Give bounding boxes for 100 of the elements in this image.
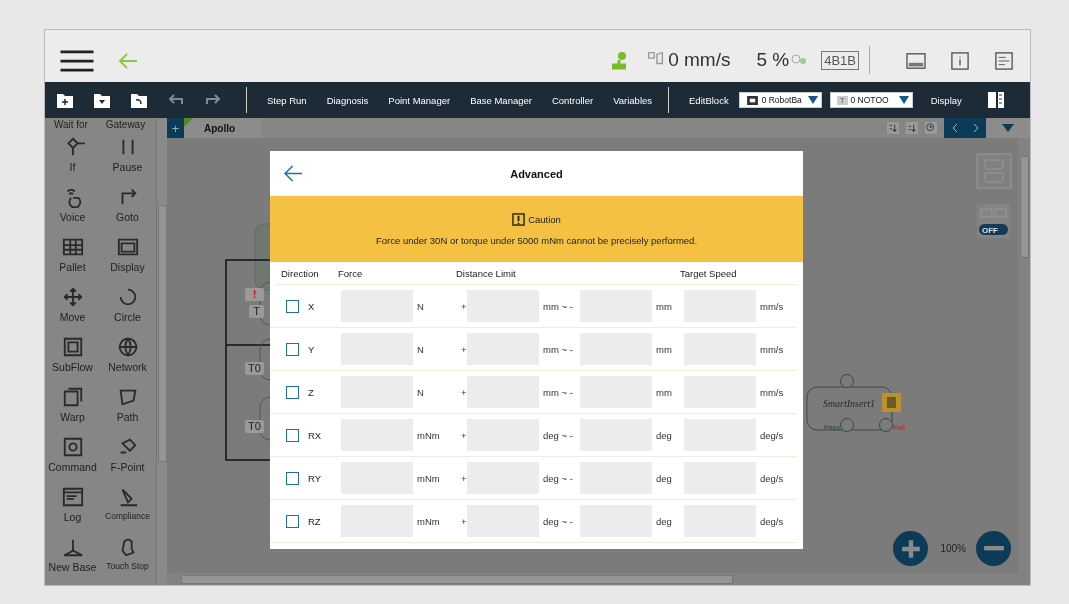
flow-tab[interactable]: Apollo: [184, 118, 262, 138]
node-tool[interactable]: Touch Stop: [100, 532, 155, 582]
node-tool-label: Compliance: [105, 511, 150, 521]
axis-label: X: [308, 300, 315, 312]
node-tool[interactable]: SubFlow: [45, 332, 100, 382]
scrollbar[interactable]: [156, 118, 167, 585]
plus-icon: [899, 537, 922, 560]
warning-badge: !: [245, 288, 264, 301]
toolbar-menu-item[interactable]: Step Run: [257, 94, 317, 106]
layout-icon[interactable]: [976, 153, 1012, 189]
node-tool[interactable]: Pallet: [45, 232, 100, 282]
unit-label: mm ~ -: [542, 343, 574, 355]
axis-label: RZ: [308, 515, 321, 527]
toolbar-menu-item[interactable]: Base Manager: [460, 94, 542, 106]
node-tool-label: If: [69, 161, 76, 173]
back-arrow-icon[interactable]: [284, 165, 303, 182]
node-tool-label[interactable]: Wait for: [53, 118, 88, 132]
unit-label: deg/s: [759, 472, 785, 484]
tool-badge: T: [249, 305, 264, 318]
unit-label: mm/s: [759, 386, 785, 398]
node-tool[interactable]: Goto: [100, 182, 155, 232]
unit-label: mNm: [416, 472, 441, 484]
node-tool[interactable]: Log: [45, 482, 100, 532]
next-button[interactable]: [965, 118, 986, 138]
panel-layout-icon[interactable]: [985, 90, 1006, 110]
sign-label: +: [460, 429, 467, 441]
node-tool[interactable]: Network: [100, 332, 155, 382]
node-tool[interactable]: Pause: [100, 132, 155, 182]
tool-badge: T0: [245, 420, 264, 433]
node-tool[interactable]: Move: [45, 282, 100, 332]
previous-button[interactable]: [944, 118, 965, 138]
checkbox[interactable]: [286, 471, 299, 485]
robot-base-icon: [746, 95, 758, 105]
node-tool[interactable]: Command: [45, 432, 100, 482]
node-tool-label: Circle: [114, 311, 141, 323]
node-tool[interactable]: Path: [100, 382, 155, 432]
unit-label: deg: [655, 429, 673, 441]
node-tool[interactable]: Voice: [45, 182, 100, 232]
unit-label: deg ~ -: [542, 429, 574, 441]
checkbox[interactable]: [286, 428, 299, 442]
zoom-out-button[interactable]: [976, 531, 1011, 566]
dropdown-badge: T: [836, 95, 848, 105]
node-tool[interactable]: If: [45, 132, 100, 182]
add-tab-button[interactable]: +: [167, 118, 184, 138]
unit-label: deg: [655, 515, 673, 527]
checkbox[interactable]: [286, 385, 299, 399]
unit-label: deg/s: [759, 429, 785, 441]
node-tool[interactable]: Warp: [45, 382, 100, 432]
unit-label: mm: [655, 300, 673, 312]
toolbar-menu-item[interactable]: Diagnosis: [316, 94, 379, 106]
menu-icon[interactable]: [60, 50, 94, 72]
zoom-level: 100%: [940, 543, 966, 554]
node-tool-label: Touch Stop: [106, 561, 149, 571]
checkbox[interactable]: [286, 514, 299, 528]
node-tool-label: Voice: [59, 211, 86, 223]
unit-label: mm ~ -: [542, 386, 574, 398]
caret-icon: [1002, 124, 1014, 132]
zoom-in-button[interactable]: [893, 531, 929, 566]
unit-label: N: [416, 343, 425, 355]
chevron-right-icon: [971, 123, 980, 133]
dropdown[interactable]: 0 RobotBa: [738, 92, 822, 108]
node-tool[interactable]: F-Point: [100, 432, 155, 482]
unit-label: mNm: [416, 515, 441, 527]
edit-block-button[interactable]: EditBlock: [679, 94, 739, 106]
unit-label: mm: [655, 343, 673, 355]
node-tool[interactable]: Circle: [100, 282, 155, 332]
axis-label: RX: [308, 429, 322, 441]
sort-descending-icon[interactable]: [887, 122, 899, 134]
scrollbar[interactable]: [1018, 138, 1030, 573]
node-tool-label: Warp: [60, 411, 85, 423]
column-header: Target Speed: [680, 268, 737, 279]
column-header: Direction: [281, 268, 319, 279]
scrollbar[interactable]: [167, 573, 1030, 585]
tool-badge: T0: [245, 362, 264, 375]
node-tool[interactable]: Display: [100, 232, 155, 282]
caution-message: Force under 30N or torque under 5000 mNm cannot be precisely performed.: [375, 234, 698, 246]
column-header: Distance Limit: [456, 268, 516, 279]
toolbar-menu-item[interactable]: Variables: [603, 94, 663, 106]
node-tool-label[interactable]: Gateway: [105, 118, 146, 132]
display-button[interactable]: Display: [920, 94, 972, 106]
toggle-label: OFF: [982, 225, 998, 235]
checkbox[interactable]: [286, 342, 299, 356]
toolbar-menu-item[interactable]: Point Manager: [378, 94, 461, 106]
tab-list-button[interactable]: [986, 118, 1030, 138]
node-tool[interactable]: Compliance: [100, 482, 155, 532]
info-icon[interactable]: [950, 52, 970, 70]
node-tool-label: Display: [110, 261, 145, 273]
node-tool[interactable]: New Base: [45, 532, 100, 582]
checkbox[interactable]: [286, 299, 299, 313]
smart-insert-node[interactable]: [806, 374, 893, 432]
toolbar-menu-item[interactable]: Controller: [541, 94, 604, 106]
dropdown[interactable]: T 0 NOTOO: [829, 92, 913, 108]
dialog-title: Advanced: [510, 167, 563, 180]
node-tool-label: New Base: [48, 561, 97, 573]
sign-label: +: [460, 386, 467, 398]
axis-label: RY: [308, 472, 322, 484]
link-toggle-icon[interactable]: [977, 204, 1010, 238]
clock-sort-icon[interactable]: [925, 122, 937, 134]
sort-ascending-icon[interactable]: [906, 122, 918, 134]
document-icon[interactable]: [994, 52, 1014, 70]
